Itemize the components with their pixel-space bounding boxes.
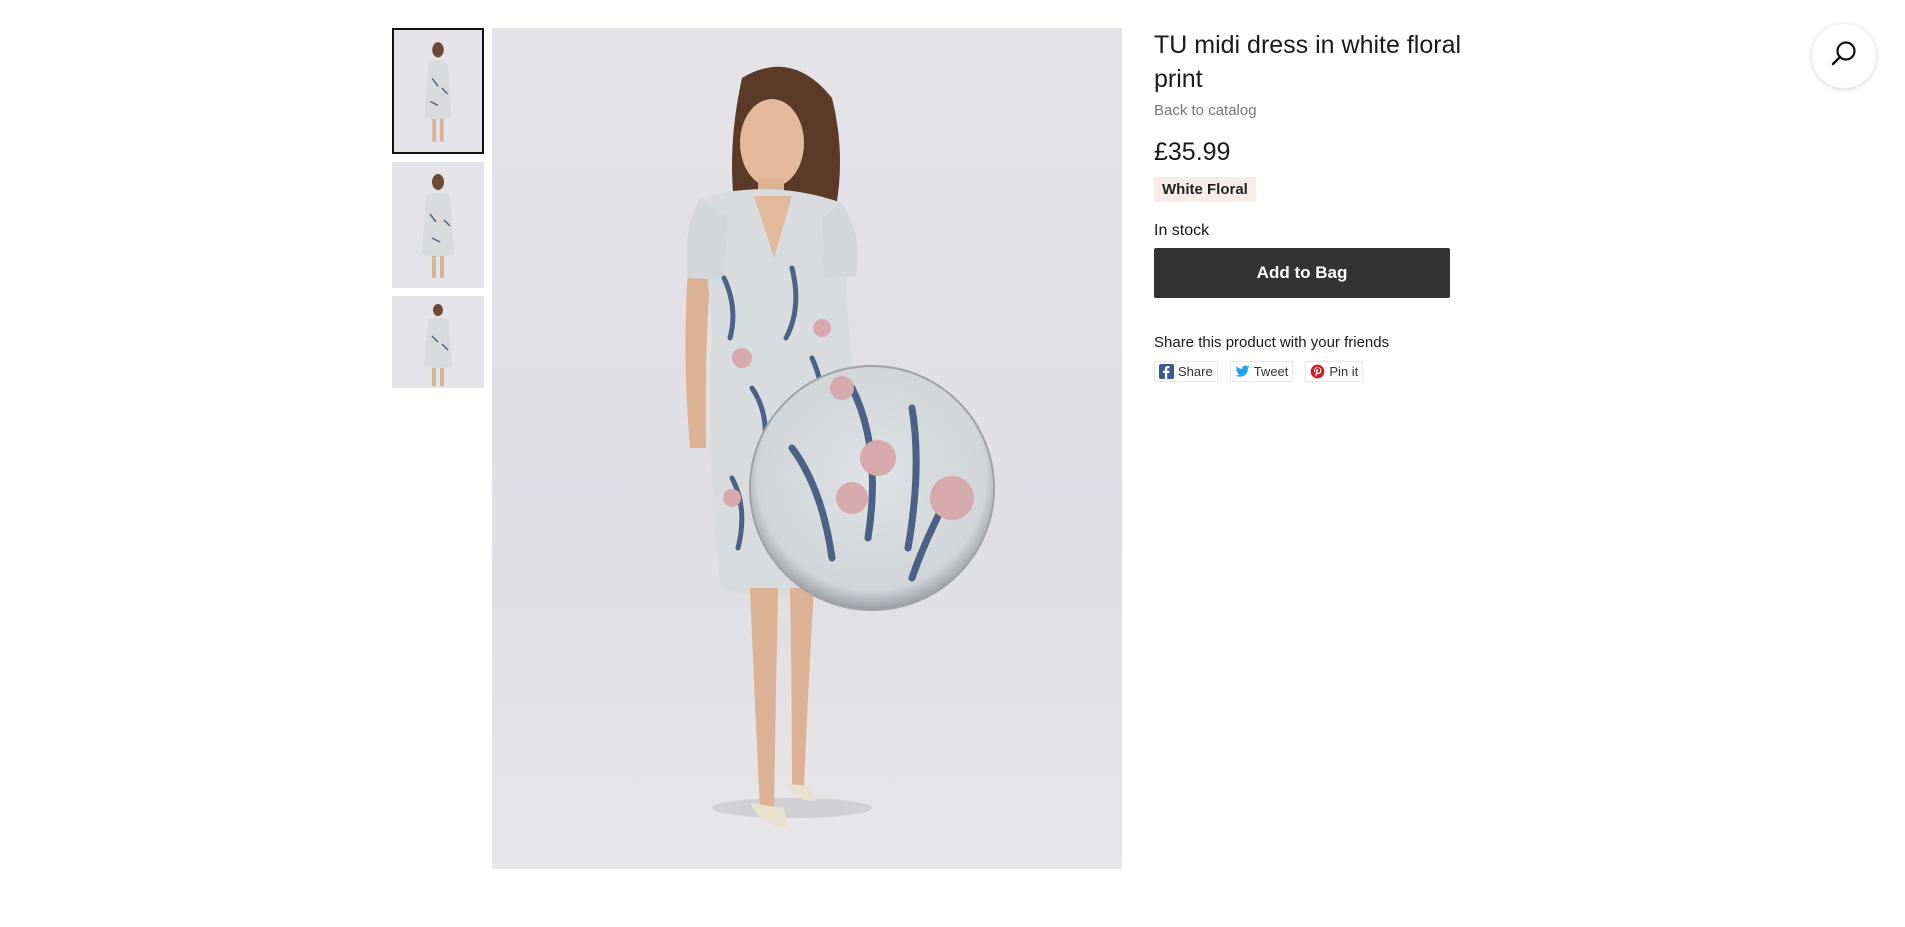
pinterest-pin-label: Pin it	[1329, 364, 1359, 379]
pinterest-icon	[1310, 364, 1325, 379]
product-price: £35.99	[1154, 138, 1231, 166]
add-to-bag-button[interactable]: Add to Bag	[1154, 248, 1450, 298]
dress-model-illustration	[685, 66, 995, 828]
share-buttons: Share Tweet Pin it	[1154, 361, 1494, 382]
twitter-icon	[1235, 364, 1250, 379]
thumbnail-3[interactable]	[392, 296, 484, 388]
back-to-catalog-link[interactable]: Back to catalog	[1154, 102, 1257, 119]
search-icon	[1829, 39, 1859, 74]
thumbnail-2-image	[392, 162, 484, 288]
product-title: TU midi dress in white floral print	[1154, 31, 1462, 93]
main-product-image[interactable]	[492, 28, 1122, 869]
thumbnail-1-image	[394, 30, 482, 152]
facebook-icon	[1159, 364, 1174, 379]
facebook-share-label: Share	[1178, 364, 1213, 379]
thumbnail-2[interactable]	[392, 162, 484, 288]
stock-status: In stock	[1154, 222, 1210, 239]
thumbnail-3-image	[392, 296, 484, 388]
share-heading: Share this product with your friends	[1154, 334, 1390, 351]
thumbnail-list	[392, 28, 484, 396]
pinterest-pin-button[interactable]: Pin it	[1305, 361, 1364, 382]
twitter-tweet-label: Tweet	[1253, 364, 1289, 379]
twitter-tweet-button[interactable]: Tweet	[1229, 361, 1294, 382]
search-button[interactable]	[1812, 24, 1876, 88]
facebook-share-button[interactable]: Share	[1154, 361, 1218, 382]
zoom-lens	[749, 365, 995, 611]
variant-tag[interactable]: White Floral	[1154, 177, 1256, 202]
thumbnail-1[interactable]	[392, 28, 484, 154]
product-info: TU midi dress in white floral print Back…	[1154, 28, 1494, 382]
